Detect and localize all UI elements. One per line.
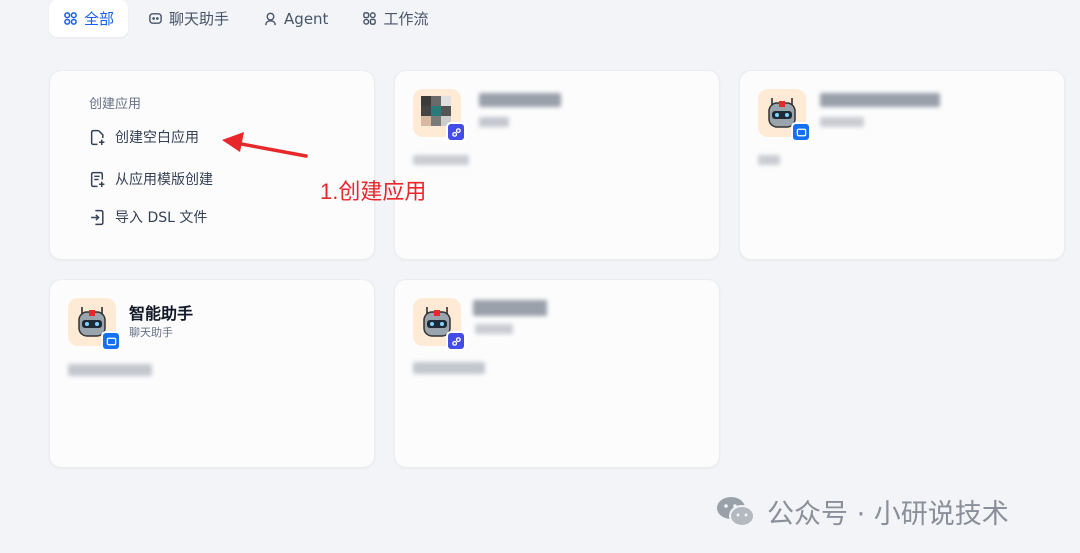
create-blank-app-label: 创建空白应用 xyxy=(115,130,199,146)
redacted-app-type xyxy=(479,117,509,127)
grid-icon xyxy=(64,12,77,25)
tab-agent-label: Agent xyxy=(284,9,329,28)
redacted-app-type xyxy=(820,117,864,127)
redacted-description xyxy=(413,362,485,374)
watermark-text: 公众号 · 小研说技术 xyxy=(767,499,1009,530)
app-card[interactable] xyxy=(394,70,720,260)
import-dsl-label: 导入 DSL 文件 xyxy=(115,210,208,226)
app-icon xyxy=(68,298,121,351)
create-blank-app-button[interactable]: 创建空白应用 xyxy=(89,127,199,147)
app-icon xyxy=(413,298,466,351)
app-card[interactable] xyxy=(394,279,720,468)
app-name: 智能助手 xyxy=(129,304,194,323)
app-type: 聊天助手 xyxy=(129,326,173,339)
app-icon xyxy=(758,89,811,142)
tab-all-label: 全部 xyxy=(84,10,115,28)
workflow-icon xyxy=(363,12,377,25)
tab-chat-assistant[interactable]: 聊天助手 xyxy=(134,0,243,37)
chat-icon xyxy=(149,13,162,24)
redacted-description xyxy=(68,364,152,376)
tab-workflow[interactable]: 工作流 xyxy=(348,0,442,37)
redacted-app-type xyxy=(475,324,513,334)
app-type-tabs: 全部 聊天助手 Agent 工作流 xyxy=(49,0,442,37)
wechat-icon xyxy=(717,496,755,527)
annotation-text: 1.创建应用 xyxy=(320,179,427,204)
app-icon xyxy=(413,89,466,142)
workflow-badge xyxy=(446,331,466,351)
import-icon xyxy=(91,209,104,225)
tab-workflow-label: 工作流 xyxy=(383,10,429,28)
redacted-app-name xyxy=(820,93,940,107)
redacted-description xyxy=(413,155,469,165)
create-app-title: 创建应用 xyxy=(89,97,142,112)
chat-badge-icon xyxy=(106,337,116,345)
agent-icon xyxy=(265,12,276,26)
tab-all[interactable]: 全部 xyxy=(49,0,129,37)
redacted-description xyxy=(758,155,780,165)
redacted-app-name xyxy=(473,300,547,316)
app-card[interactable]: 智能助手 聊天助手 xyxy=(49,279,375,468)
redacted-app-name xyxy=(479,93,561,107)
import-dsl-button[interactable]: 导入 DSL 文件 xyxy=(89,207,207,227)
app-card[interactable] xyxy=(739,70,1065,260)
template-icon xyxy=(90,171,105,187)
create-from-template-button[interactable]: 从应用模版创建 xyxy=(89,169,213,189)
workflow-badge-icon xyxy=(451,127,461,137)
chat-badge xyxy=(101,331,121,351)
create-app-card: 创建应用 创建空白应用 从应用模版创建 导入 DSL 文件 xyxy=(49,70,375,260)
tab-chat-label: 聊天助手 xyxy=(169,10,230,28)
workflow-badge xyxy=(446,122,466,142)
tab-agent[interactable]: Agent xyxy=(249,0,342,37)
create-from-template-label: 从应用模版创建 xyxy=(115,172,213,188)
new-file-icon xyxy=(90,129,105,145)
chat-badge xyxy=(791,122,811,142)
workflow-badge-icon xyxy=(451,336,461,346)
watermark: 公众号 · 小研说技术 xyxy=(715,492,1009,531)
chat-badge-icon xyxy=(796,128,806,136)
